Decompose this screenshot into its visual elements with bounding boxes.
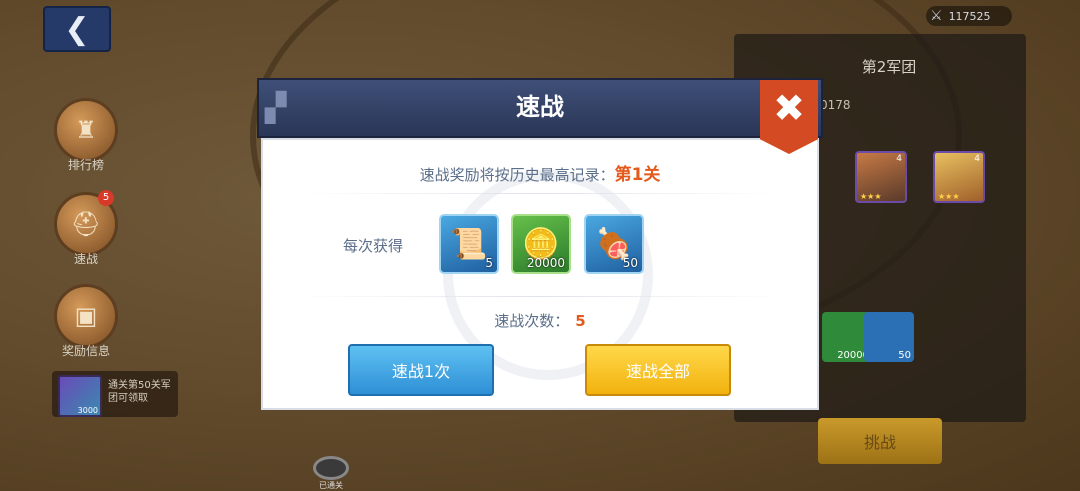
ranking-icon: ♜ [54,98,118,162]
hero-portrait[interactable]: 4 ★★★ [855,151,907,203]
close-icon: ✖ [773,86,805,130]
scroll-item[interactable]: 📜 5 [439,214,499,274]
dialog-title: 速战 [516,93,564,121]
legion-reward-banner[interactable]: 3000 通关第50关军团可领取 [52,371,178,417]
gold-coin-item[interactable]: 🪙 20000 [511,214,571,274]
scroll-icon: 📜 [450,226,488,262]
reward-info-label: 奖励信息 [61,344,110,358]
ranking-button[interactable]: ♜ 排行榜 [54,98,118,173]
hero-portrait[interactable]: 4 ★★★ [933,151,985,203]
meat-item: 50 [864,312,914,362]
stage-marker[interactable]: 已通关 [313,456,349,491]
power-display: ⚔ 117525 [926,6,1012,26]
quick-battle-side-button[interactable]: ⛑ 5 速战 [54,190,118,267]
ranking-label: 排行榜 [67,158,104,172]
record-stage: 第1关 [614,165,661,185]
close-button[interactable]: ✖ [760,80,818,154]
battle-count-value: 5 [575,312,586,330]
star-rating-icon: ★★★ [938,192,960,201]
notification-badge: 5 [98,190,114,206]
battle-count: 速战次数： 5 [494,312,586,330]
challenge-button[interactable]: 挑战 [818,418,942,464]
quick-battle-dialog: ▞ 速战 ✖ 速战奖励将按历史最高记录：第1关 每次获得 📜 5 🪙 20000… [257,78,823,414]
record-text: 速战奖励将按历史最高记录：第1关 [419,165,661,185]
meat-item[interactable]: 🍖 50 [584,214,644,274]
legion-title: 第2军团 [861,58,917,76]
chest-icon: ▣ [54,284,118,348]
divider [297,193,783,194]
quick-battle-all-button[interactable]: 速战全部 [585,344,731,396]
legion-reward-text: 通关第50关军团可领取 [108,380,171,404]
crossed-swords-icon: ⚔ [930,8,943,24]
quick-battle-label: 速战 [73,252,98,266]
reward-info-button[interactable]: ▣ 奖励信息 [54,284,118,359]
quick-battle-once-button[interactable]: 速战1次 [348,344,494,396]
chevron-left-icon: ❮ [64,11,90,47]
star-rating-icon: ★★★ [860,192,882,201]
back-button[interactable]: ❮ [43,6,111,52]
power-value: 117525 [948,9,991,23]
divider [297,296,783,297]
each-reward-label: 每次获得 [343,237,404,255]
legion-code: 0178 [820,98,851,112]
gem-card-icon: 3000 [58,375,102,417]
